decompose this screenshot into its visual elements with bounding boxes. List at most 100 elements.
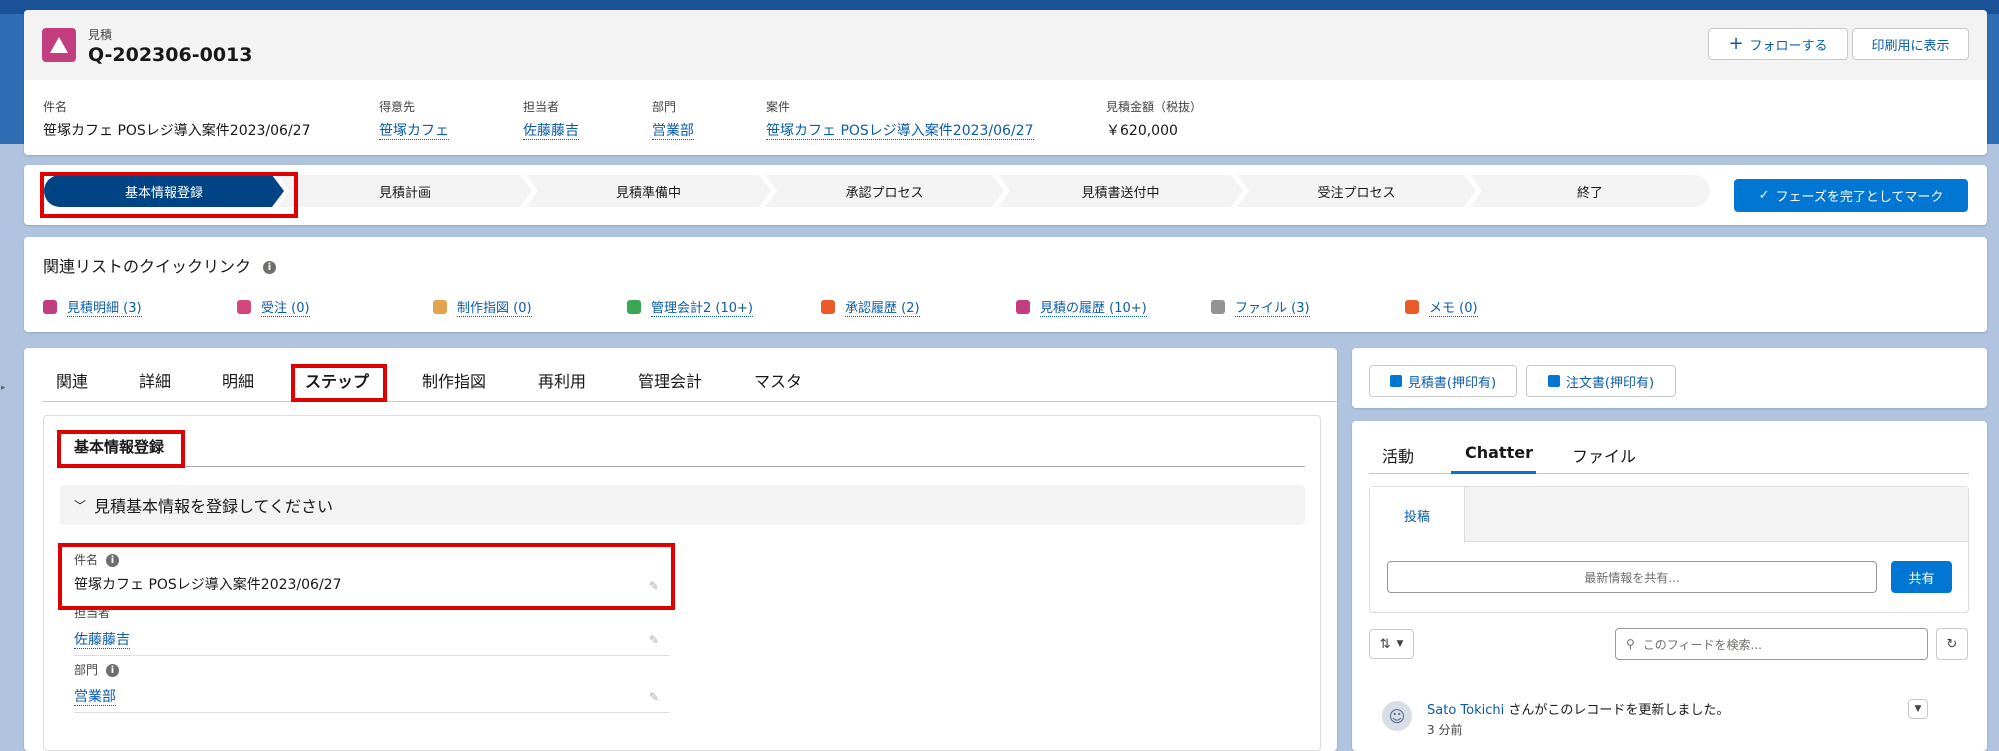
- field-department[interactable]: 部門 i 営業部 ✎: [74, 661, 669, 713]
- document-icon: [1547, 375, 1560, 387]
- path-step-order[interactable]: 受注プロセス: [1237, 175, 1476, 207]
- path-step-sending[interactable]: 見積書送付中: [998, 175, 1243, 207]
- field-owner[interactable]: 担当者 佐藤藤吉 ✎: [74, 604, 669, 656]
- check-icon: ✓: [1758, 188, 1770, 203]
- share-button[interactable]: 共有: [1891, 561, 1952, 593]
- tab-master[interactable]: マスタ: [754, 368, 802, 392]
- orders-icon: [237, 300, 251, 314]
- tab-steps[interactable]: ステップ: [305, 368, 369, 392]
- tab-reuse[interactable]: 再利用: [538, 368, 586, 392]
- quick-link-approval-history[interactable]: 承認履歴 (2): [821, 297, 920, 317]
- plus-icon: +: [1728, 33, 1744, 54]
- quick-link-label[interactable]: 管理会計2 (10+): [651, 297, 753, 317]
- opportunity-link[interactable]: 笹塚カフェ POSレジ導入案件2023/06/27: [766, 123, 1034, 140]
- field-subject[interactable]: 件名 i 笹塚カフェ POSレジ導入案件2023/06/27 ✎: [74, 551, 669, 601]
- field-value: 笹塚カフェ POSレジ導入案件2023/06/27: [74, 577, 342, 593]
- tab-activity[interactable]: 活動: [1382, 443, 1414, 467]
- main-tabs-card: 関連 詳細 明細 ステップ 制作指図 再利用 管理会計 マスタ 基本情報登録 ﹀…: [24, 348, 1338, 751]
- order-pdf-label: 注文書(押印有): [1565, 375, 1655, 391]
- order-pdf-button[interactable]: 注文書(押印有): [1526, 365, 1676, 397]
- department-link[interactable]: 営業部: [652, 123, 694, 140]
- feed-user-link[interactable]: Sato Tokichi: [1427, 703, 1504, 718]
- edit-pencil-icon[interactable]: ✎: [649, 579, 663, 593]
- department-field-link[interactable]: 営業部: [74, 689, 116, 706]
- tab-details[interactable]: 詳細: [139, 368, 171, 392]
- accounting-icon: [627, 300, 641, 314]
- mark-complete-button[interactable]: ✓ フェーズを完了としてマーク: [1734, 179, 1968, 212]
- tabs-divider: [42, 401, 1338, 402]
- section-title: 見積基本情報を登録してください: [94, 497, 334, 516]
- field-label: 部門: [74, 663, 99, 677]
- collapse-handle[interactable]: ▸: [1, 383, 6, 393]
- refresh-button[interactable]: ↻: [1936, 628, 1968, 660]
- tab-accounting[interactable]: 管理会計: [638, 368, 702, 392]
- quick-link-orders[interactable]: 受注 (0): [237, 297, 310, 317]
- quick-links-title: 関連リストのクイックリンク i: [43, 253, 277, 277]
- follow-button[interactable]: + フォローする: [1708, 28, 1848, 60]
- path-step-preparing[interactable]: 見積準備中: [526, 175, 771, 207]
- follow-label: フォローする: [1749, 38, 1828, 54]
- chatter-active-underline: [1451, 471, 1536, 474]
- search-icon: ⚲: [1626, 637, 1635, 651]
- post-tab-label: 投稿: [1403, 509, 1430, 525]
- highlight-label: 案件: [766, 100, 791, 114]
- quote-pdf-label: 見積書(押印有): [1407, 375, 1497, 391]
- quick-link-notes[interactable]: メモ (0): [1405, 297, 1478, 317]
- record-name: Q-202306-0013: [88, 44, 253, 66]
- highlight-owner: 担当者 佐藤藤吉: [523, 98, 579, 140]
- highlight-opportunity: 案件 笹塚カフェ POSレジ導入案件2023/06/27: [766, 98, 1034, 140]
- quick-link-label[interactable]: 制作指図 (0): [457, 297, 532, 317]
- highlight-customer: 得意先 笹塚カフェ: [379, 98, 449, 140]
- quick-link-production[interactable]: 制作指図 (0): [433, 297, 532, 317]
- tab-files[interactable]: ファイル: [1572, 443, 1636, 467]
- tab-related[interactable]: 関連: [56, 368, 88, 392]
- path-step-label: 見積計画: [378, 185, 431, 201]
- edit-pencil-icon[interactable]: ✎: [649, 633, 663, 647]
- quote-lines-icon: [43, 300, 57, 314]
- refresh-icon: ↻: [1946, 636, 1958, 652]
- feed-item-time[interactable]: 3 分前: [1427, 721, 1462, 738]
- quick-link-label[interactable]: メモ (0): [1429, 297, 1478, 317]
- owner-link[interactable]: 佐藤藤吉: [523, 123, 579, 140]
- share-input[interactable]: 最新情報を共有...: [1387, 561, 1877, 593]
- highlight-label: 担当者: [523, 100, 560, 114]
- quick-link-label[interactable]: ファイル (3): [1235, 297, 1310, 317]
- quick-link-label[interactable]: 見積の履歴 (10+): [1040, 297, 1147, 317]
- quick-links-title-text: 関連リストのクイックリンク: [43, 257, 252, 276]
- tab-chatter[interactable]: Chatter: [1465, 443, 1533, 462]
- quick-link-label[interactable]: 承認履歴 (2): [845, 297, 920, 317]
- production-icon: [433, 300, 447, 314]
- feed-search-input[interactable]: ⚲ このフィードを検索...: [1615, 628, 1928, 660]
- highlight-label: 得意先: [379, 100, 416, 114]
- path-step-end[interactable]: 終了: [1470, 175, 1710, 207]
- quick-link-label[interactable]: 受注 (0): [261, 297, 310, 317]
- path-bar: 基本情報登録 見積計画 見積準備中 承認プロセス 見積書送付中 受注プロセス 終…: [24, 165, 1987, 225]
- path-step-label: 承認プロセス: [845, 185, 924, 201]
- print-view-button[interactable]: 印刷用に表示: [1852, 28, 1969, 60]
- path-step-basic-info[interactable]: 基本情報登録: [44, 175, 284, 207]
- path-step-plan[interactable]: 見積計画: [278, 175, 532, 207]
- quick-link-accounting[interactable]: 管理会計2 (10+): [627, 297, 753, 317]
- quick-link-quote-lines[interactable]: 見積明細 (3): [43, 297, 142, 317]
- quick-link-quote-history[interactable]: 見積の履歴 (10+): [1016, 297, 1147, 317]
- tab-production[interactable]: 制作指図: [422, 368, 486, 392]
- avatar: ☺: [1382, 701, 1412, 731]
- path-step-approval[interactable]: 承認プロセス: [765, 175, 1004, 207]
- quote-pdf-button[interactable]: 見積書(押印有): [1369, 365, 1517, 397]
- owner-field-link[interactable]: 佐藤藤吉: [74, 632, 130, 649]
- sort-button[interactable]: ⇅ ▼: [1369, 629, 1414, 659]
- print-label: 印刷用に表示: [1871, 38, 1950, 54]
- edit-pencil-icon[interactable]: ✎: [649, 690, 663, 704]
- quick-link-label[interactable]: 見積明細 (3): [67, 297, 142, 317]
- tab-lines[interactable]: 明細: [222, 368, 254, 392]
- search-placeholder: このフィードを検索...: [1642, 637, 1763, 652]
- approval-history-icon: [821, 300, 835, 314]
- feed-item-menu-button[interactable]: ▼: [1908, 699, 1928, 719]
- quick-link-files[interactable]: ファイル (3): [1211, 297, 1310, 317]
- info-icon: i: [106, 664, 120, 677]
- field-label: 担当者: [74, 606, 111, 620]
- section-header[interactable]: ﹀ 見積基本情報を登録してください: [60, 485, 1305, 525]
- customer-link[interactable]: 笹塚カフェ: [379, 123, 449, 140]
- post-tab[interactable]: 投稿: [1370, 487, 1465, 543]
- highlight-label: 部門: [652, 100, 677, 114]
